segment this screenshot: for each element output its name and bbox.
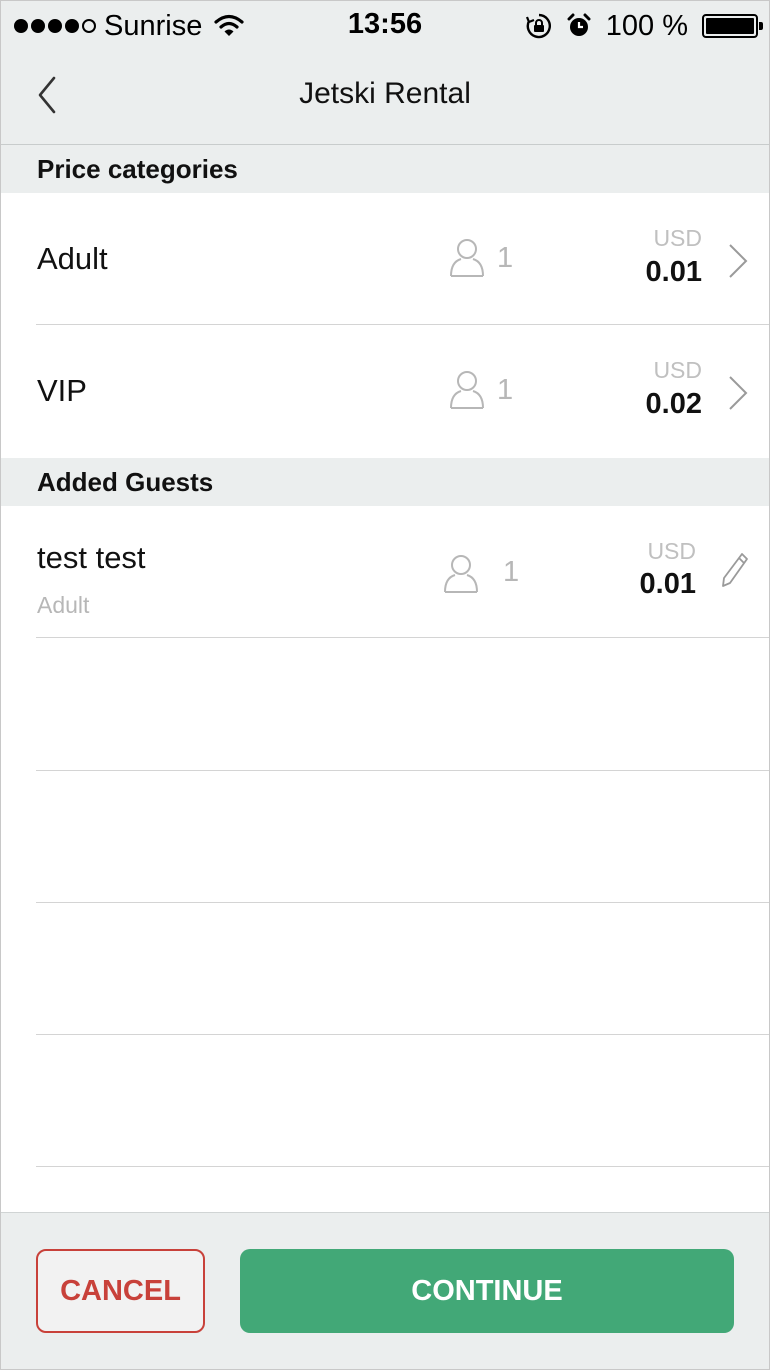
price-category-row-adult[interactable]: Adult 1 USD 0.01 — [0, 193, 770, 325]
category-currency: USD — [653, 357, 702, 383]
status-right: 100 % — [525, 8, 763, 44]
status-bar: Sunrise 13:56 100 % — [0, 0, 770, 50]
category-count: 1 — [497, 242, 514, 274]
category-currency: USD — [653, 225, 702, 251]
alarm-icon — [567, 13, 591, 36]
section-header-price-categories: Price categories — [0, 145, 770, 193]
empty-row-divider — [36, 1166, 770, 1167]
category-name: VIP — [37, 373, 87, 408]
category-name: Adult — [37, 241, 108, 276]
category-amount: 0.01 — [645, 256, 702, 288]
empty-row-divider — [36, 902, 770, 903]
battery-percent: 100 % — [605, 9, 688, 42]
battery-icon — [702, 14, 763, 38]
chevron-right-icon — [729, 376, 748, 410]
cancel-button[interactable]: CANCEL — [36, 1249, 205, 1333]
guest-currency: USD — [647, 538, 696, 564]
person-icon — [450, 239, 484, 277]
chevron-right-icon — [729, 244, 748, 278]
guest-count: 1 — [503, 556, 520, 588]
empty-row-divider — [36, 1034, 770, 1035]
person-icon — [450, 371, 484, 409]
navigation-bar: Jetski Rental — [0, 50, 770, 145]
guest-name: test test — [37, 540, 146, 575]
rotation-lock-icon — [525, 13, 551, 39]
section-header-added-guests: Added Guests — [0, 458, 770, 506]
person-icon — [444, 555, 478, 593]
guest-amount: 0.01 — [639, 568, 696, 600]
continue-button[interactable]: CONTINUE — [240, 1249, 734, 1333]
page-title: Jetski Rental — [299, 77, 471, 110]
guest-row[interactable]: test test Adult 1 USD 0.01 — [0, 506, 770, 638]
category-count: 1 — [497, 374, 514, 406]
guest-category: Adult — [37, 592, 90, 618]
row-divider — [36, 637, 770, 638]
empty-row-divider — [36, 770, 770, 771]
price-category-row-vip[interactable]: VIP 1 USD 0.02 — [0, 325, 770, 458]
edit-pencil-icon[interactable] — [720, 551, 750, 589]
footer-actions: CANCEL CONTINUE — [0, 1212, 770, 1370]
category-amount: 0.02 — [645, 388, 702, 420]
